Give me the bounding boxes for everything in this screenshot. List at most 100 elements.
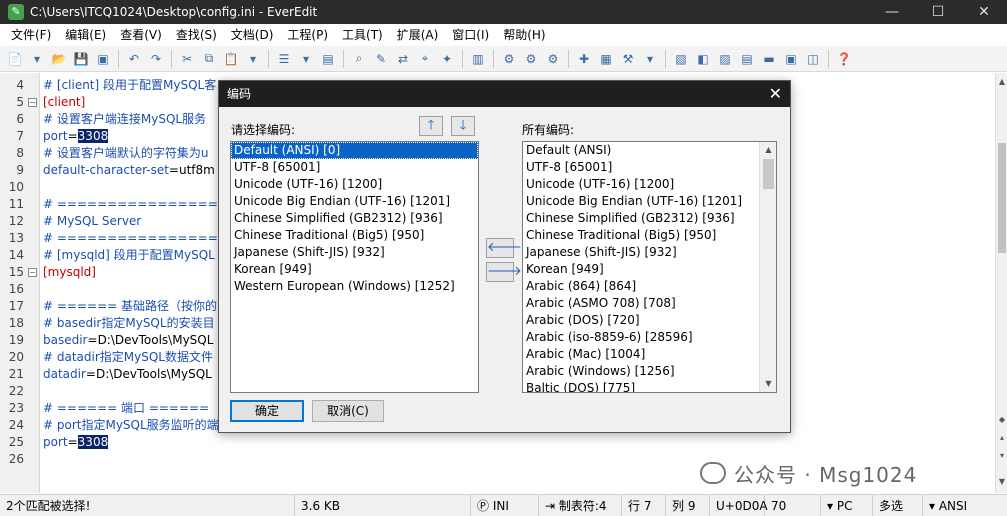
selected-encoding-item[interactable]: Default (ANSI) [0] <box>231 142 478 159</box>
selected-encodings-list[interactable]: Default (ANSI) [0] UTF-8 [65001] Unicode (… <box>230 141 479 393</box>
remove-encoding-button[interactable]: 🡐 <box>486 238 522 258</box>
sidebar-icon[interactable]: ◧ <box>694 50 712 68</box>
dropdown-icon[interactable]: ▾ <box>297 50 315 68</box>
menu-item[interactable]: 窗口(I) <box>445 24 496 46</box>
encoding-item[interactable]: Arabic (DOS) [720] <box>523 312 776 329</box>
scroll-down-icon[interactable]: ▼ <box>760 376 776 392</box>
selected-encoding-item[interactable]: Korean [949] <box>231 261 478 278</box>
selected-encoding-item[interactable]: Unicode Big Endian (UTF-16) [1201] <box>231 193 478 210</box>
encoding-item[interactable]: Default (ANSI) <box>523 142 776 159</box>
selected-encoding-item[interactable]: Japanese (Shift-JIS) [932] <box>231 244 478 261</box>
move-up-button[interactable]: 🡑 <box>419 116 443 136</box>
encoding-item[interactable]: Arabic (ASMO 708) [708] <box>523 295 776 312</box>
menu-item[interactable]: 编辑(E) <box>58 24 113 46</box>
wrap-icon[interactable]: ☰ <box>275 50 293 68</box>
editor-vertical-scrollbar[interactable]: ▲ ◆ ▴ ▾ ▼ <box>995 73 1007 493</box>
find-icon[interactable]: ⌕ <box>350 50 368 68</box>
menu-item[interactable]: 工程(P) <box>280 24 335 46</box>
dialog-close-button[interactable]: ✕ <box>769 81 782 107</box>
dropdown-icon[interactable]: ▾ <box>641 50 659 68</box>
encoding-item[interactable]: Arabic (iso-8859-6) [28596] <box>523 329 776 346</box>
undo-icon[interactable]: ↶ <box>125 50 143 68</box>
encoding-item[interactable]: Baltic (DOS) [775] <box>523 380 776 392</box>
menu-item[interactable]: 文件(F) <box>4 24 58 46</box>
save-icon[interactable]: 💾 <box>72 50 90 68</box>
macro-stop-icon[interactable]: ⚙ <box>544 50 562 68</box>
replace-icon[interactable]: ⇄ <box>394 50 412 68</box>
selected-encoding-item[interactable]: Chinese Simplified (GB2312) [936] <box>231 210 478 227</box>
encoding-item[interactable]: Arabic (864) [864] <box>523 278 776 295</box>
find-files-icon[interactable]: ⌖ <box>416 50 434 68</box>
outline-icon[interactable]: ▧ <box>672 50 690 68</box>
close-button[interactable]: ✕ <box>961 0 1007 24</box>
column-icon[interactable]: ▥ <box>469 50 487 68</box>
document-icon[interactable]: ▤ <box>738 50 756 68</box>
paste-icon[interactable]: 📋 <box>222 50 240 68</box>
clip-icon[interactable]: ▨ <box>716 50 734 68</box>
scroll-down-icon[interactable]: ▼ <box>996 475 1007 489</box>
status-syntax-mode[interactable]: Ⓟ INI <box>471 494 539 516</box>
selected-encoding-item[interactable]: Western European (Windows) [1252] <box>231 278 478 295</box>
all-encodings-list[interactable]: Default (ANSI) UTF-8 [65001] Unicode (UTF-… <box>522 141 777 393</box>
tools-icon[interactable]: ⚒ <box>619 50 637 68</box>
redo-icon[interactable]: ↷ <box>147 50 165 68</box>
menu-item[interactable]: 工具(T) <box>335 24 390 46</box>
status-select-mode[interactable]: 多选 <box>873 494 923 516</box>
macro-play-icon[interactable]: ⚙ <box>522 50 540 68</box>
prev-page-icon[interactable]: ▴ <box>996 431 1007 445</box>
menu-item[interactable]: 扩展(A) <box>390 24 446 46</box>
new-file-icon[interactable]: 📄 <box>6 50 24 68</box>
minimize-button[interactable]: — <box>869 0 915 24</box>
menu-item[interactable]: 查看(V) <box>113 24 169 46</box>
menu-item[interactable]: 帮助(H) <box>496 24 552 46</box>
move-down-button[interactable]: 🡓 <box>451 116 475 136</box>
find-edit-icon[interactable]: ✎ <box>372 50 390 68</box>
encoding-item[interactable]: Chinese Simplified (GB2312) [936] <box>523 210 776 227</box>
encoding-item[interactable]: Korean [949] <box>523 261 776 278</box>
encoding-item[interactable]: Unicode Big Endian (UTF-16) [1201] <box>523 193 776 210</box>
bookmark-icon[interactable]: ◆ <box>996 413 1007 427</box>
list-scrollbar[interactable]: ▲ ▼ <box>759 142 776 392</box>
encoding-item[interactable]: Chinese Traditional (Big5) [950] <box>523 227 776 244</box>
scroll-up-icon[interactable]: ▲ <box>996 75 1007 89</box>
code-line[interactable]: 25 port=3308 <box>0 434 995 451</box>
list-icon[interactable]: ▤ <box>319 50 337 68</box>
panel-icon[interactable]: ▦ <box>597 50 615 68</box>
selected-encoding-item[interactable]: UTF-8 [65001] <box>231 159 478 176</box>
selected-encoding-item[interactable]: Chinese Traditional (Big5) [950] <box>231 227 478 244</box>
copy-icon[interactable]: ⧉ <box>200 50 218 68</box>
next-page-icon[interactable]: ▾ <box>996 449 1007 463</box>
cancel-button[interactable]: 取消(C) <box>312 400 384 422</box>
plugin-icon[interactable]: ✚ <box>575 50 593 68</box>
dropdown-icon[interactable]: ▾ <box>28 50 46 68</box>
macro-record-icon[interactable]: ⚙ <box>500 50 518 68</box>
add-encoding-button[interactable]: 🡒 <box>486 262 522 282</box>
scroll-up-icon[interactable]: ▲ <box>760 142 776 158</box>
scrollbar-thumb[interactable] <box>998 143 1006 253</box>
open-folder-icon[interactable]: 📂 <box>50 50 68 68</box>
ok-button[interactable]: 确定 <box>230 400 304 422</box>
scrollbar-thumb[interactable] <box>763 159 774 189</box>
split-icon[interactable]: ◫ <box>804 50 822 68</box>
encoding-item[interactable]: UTF-8 [65001] <box>523 159 776 176</box>
fold-toggle-icon[interactable]: − <box>28 268 37 277</box>
window-icon[interactable]: ▣ <box>782 50 800 68</box>
menu-item[interactable]: 文档(D) <box>224 24 281 46</box>
maximize-button[interactable]: ☐ <box>915 0 961 24</box>
status-encoding[interactable]: ▾ ANSI <box>923 495 1007 516</box>
cut-icon[interactable]: ✂ <box>178 50 196 68</box>
console-icon[interactable]: ▬ <box>760 50 778 68</box>
help-icon[interactable]: ❓ <box>835 50 853 68</box>
marker-icon[interactable]: ✦ <box>438 50 456 68</box>
encoding-item[interactable]: Unicode (UTF-16) [1200] <box>523 176 776 193</box>
encoding-item[interactable]: Japanese (Shift-JIS) [932] <box>523 244 776 261</box>
status-tab-size[interactable]: ⇥ 制表符:4 <box>539 494 622 516</box>
selected-encoding-item[interactable]: Unicode (UTF-16) [1200] <box>231 176 478 193</box>
fold-toggle-icon[interactable]: − <box>28 98 37 107</box>
encoding-item[interactable]: Arabic (Mac) [1004] <box>523 346 776 363</box>
save-all-icon[interactable]: ▣ <box>94 50 112 68</box>
status-line-ending[interactable]: ▾ PC <box>821 494 873 516</box>
menu-item[interactable]: 查找(S) <box>169 24 224 46</box>
dropdown-icon[interactable]: ▾ <box>244 50 262 68</box>
encoding-item[interactable]: Arabic (Windows) [1256] <box>523 363 776 380</box>
